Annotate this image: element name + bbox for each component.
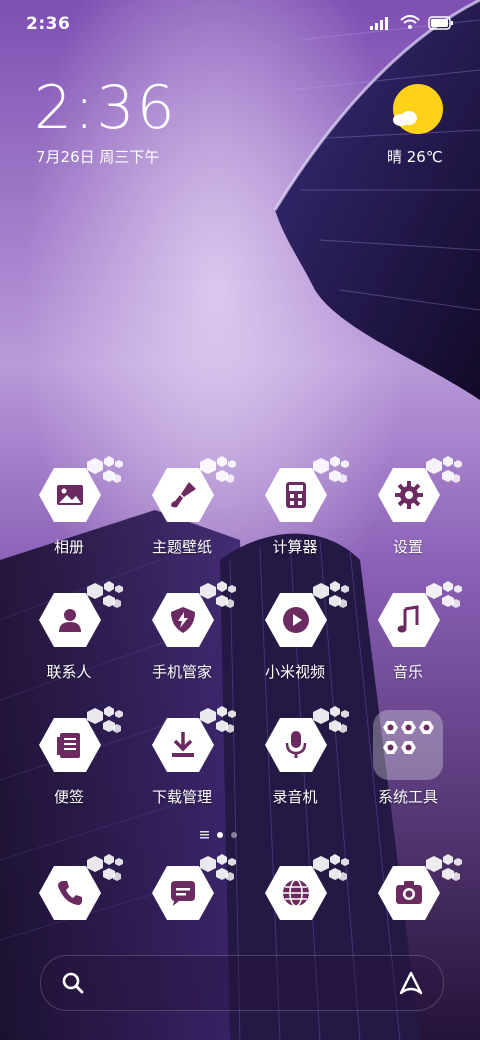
app-notes[interactable]: 便签 — [13, 706, 125, 807]
app-icon — [13, 706, 125, 784]
shield-icon — [171, 607, 195, 633]
app-contacts[interactable]: 联系人 — [13, 581, 125, 682]
gallery-icon — [57, 485, 83, 505]
app-shield[interactable]: 手机管家 — [126, 581, 238, 682]
app-icon — [352, 708, 464, 784]
app-music-note[interactable]: 音乐 — [352, 581, 464, 682]
download-icon — [172, 732, 194, 757]
notes-icon — [57, 733, 80, 758]
calculator-icon — [286, 482, 306, 508]
app-icon — [352, 854, 464, 932]
app-paintbrush[interactable]: 主题壁纸 — [126, 456, 238, 557]
mini-app-icon — [401, 741, 416, 754]
app-label: 手机管家 — [151, 663, 212, 681]
signal-icon — [370, 16, 388, 30]
mini-app-icon — [419, 721, 434, 734]
app-label: 计算器 — [272, 538, 318, 556]
app-icon — [352, 581, 464, 659]
menu-lines-icon — [200, 831, 209, 839]
app-calculator[interactable]: 计算器 — [239, 456, 351, 557]
browser-globe-icon — [283, 879, 309, 907]
app-icon — [126, 456, 238, 534]
page-indicator[interactable] — [200, 830, 237, 839]
dock-message[interactable] — [126, 854, 238, 932]
app-play[interactable]: 小米视频 — [239, 581, 351, 682]
app-folder[interactable]: 系统工具 — [352, 708, 464, 807]
status-time: 2:36 — [26, 14, 71, 34]
mini-app-icon — [401, 721, 416, 734]
search-bar[interactable] — [40, 955, 444, 1011]
microphone-icon — [285, 731, 307, 758]
app-download[interactable]: 下载管理 — [126, 706, 238, 807]
phone-icon — [58, 881, 82, 905]
app-icon — [13, 456, 125, 534]
cloud-icon — [393, 111, 417, 126]
weather-text: 晴 26℃ — [387, 148, 443, 166]
page-dot-active — [217, 831, 223, 838]
app-icon — [13, 581, 125, 659]
contacts-icon — [59, 609, 81, 632]
app-label: 便签 — [53, 788, 84, 806]
app-label: 相册 — [53, 538, 84, 556]
app-icon — [126, 706, 238, 784]
status-bar: 2:36 — [0, 0, 480, 52]
app-icon — [239, 581, 351, 659]
dock-browser-globe[interactable] — [239, 854, 351, 932]
app-label: 系统工具 — [377, 788, 438, 806]
mini-app-icon — [383, 741, 398, 754]
app-label: 录音机 — [272, 788, 318, 806]
clock-widget-date: 7月26日 周三下午 — [36, 148, 160, 166]
gear-icon — [395, 481, 423, 509]
app-label: 设置 — [392, 538, 423, 556]
battery-icon — [428, 15, 453, 30]
app-icon — [126, 581, 238, 659]
app-gallery[interactable]: 相册 — [13, 456, 125, 557]
app-label: 下载管理 — [151, 788, 212, 806]
app-label: 小米视频 — [264, 663, 325, 681]
camera-icon — [396, 881, 422, 904]
mini-app-icon — [383, 721, 398, 734]
play-icon — [283, 607, 309, 633]
app-icon — [126, 854, 238, 932]
app-icon — [239, 854, 351, 932]
sun-icon[interactable] — [393, 84, 443, 134]
assistant-icon[interactable] — [397, 969, 425, 997]
dock-camera[interactable] — [352, 854, 464, 932]
music-note-icon — [397, 605, 419, 633]
app-icon — [239, 456, 351, 534]
app-label: 音乐 — [392, 663, 423, 681]
clock-widget-time[interactable]: 2:36 — [34, 78, 177, 138]
message-icon — [171, 881, 195, 906]
paintbrush-icon — [171, 482, 196, 508]
app-microphone[interactable]: 录音机 — [239, 706, 351, 807]
app-label: 联系人 — [46, 663, 92, 681]
search-icon[interactable] — [61, 971, 85, 995]
app-icon — [239, 706, 351, 784]
app-icon — [352, 456, 464, 534]
dock-phone[interactable] — [13, 854, 125, 932]
app-icon — [13, 854, 125, 932]
folder-icon — [373, 710, 443, 780]
app-gear[interactable]: 设置 — [352, 456, 464, 557]
page-dot — [231, 831, 237, 838]
app-label: 主题壁纸 — [151, 538, 212, 556]
wifi-icon — [400, 15, 420, 29]
